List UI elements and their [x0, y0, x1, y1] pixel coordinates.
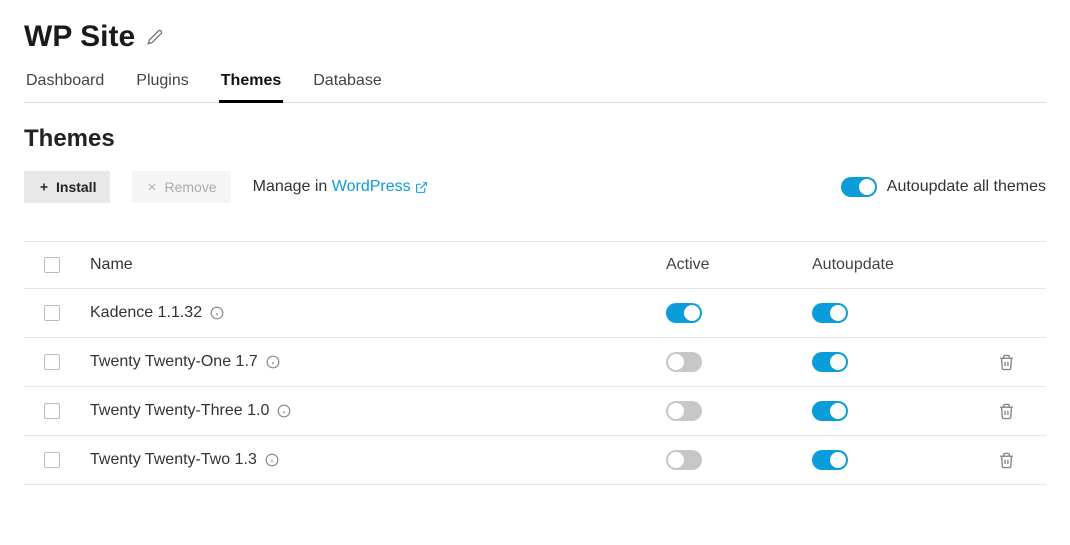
themes-table: Name Active Autoupdate Kadence 1.1.32 Twe… — [24, 241, 1046, 485]
tabs: Dashboard Plugins Themes Database — [24, 72, 1046, 103]
trash-icon[interactable] — [998, 354, 1015, 371]
manage-text: Manage in WordPress — [253, 178, 428, 196]
table-row: Twenty Twenty-Three 1.0 — [24, 387, 1046, 436]
edit-icon[interactable] — [147, 29, 163, 45]
page-header: WP Site — [24, 20, 1046, 54]
theme-name: Twenty Twenty-Three 1.0 — [90, 402, 666, 420]
autoupdate-all-themes: Autoupdate all themes — [841, 177, 1046, 197]
remove-label: Remove — [164, 179, 216, 195]
active-toggle[interactable] — [666, 401, 702, 421]
info-icon[interactable] — [210, 306, 224, 320]
trash-icon[interactable] — [998, 403, 1015, 420]
tab-themes[interactable]: Themes — [219, 72, 283, 103]
theme-name: Twenty Twenty-Two 1.3 — [90, 451, 666, 469]
header-active: Active — [666, 256, 786, 274]
remove-button: Remove — [132, 171, 230, 203]
tab-database[interactable]: Database — [311, 72, 384, 103]
tab-dashboard[interactable]: Dashboard — [24, 72, 106, 103]
active-toggle[interactable] — [666, 450, 702, 470]
autoupdate-all-label: Autoupdate all themes — [887, 178, 1046, 196]
header-name: Name — [90, 256, 666, 274]
info-icon[interactable] — [265, 453, 279, 467]
row-checkbox[interactable] — [44, 452, 60, 468]
info-icon[interactable] — [277, 404, 291, 418]
plus-icon — [38, 181, 50, 193]
info-icon[interactable] — [266, 355, 280, 369]
theme-name: Kadence 1.1.32 — [90, 304, 666, 322]
external-link-icon — [415, 181, 428, 194]
select-all-checkbox[interactable] — [44, 257, 60, 273]
autoupdate-toggle[interactable] — [812, 401, 848, 421]
manage-prefix: Manage in — [253, 178, 332, 195]
table-row: Twenty Twenty-Two 1.3 — [24, 436, 1046, 485]
x-icon — [146, 181, 158, 193]
row-checkbox[interactable] — [44, 305, 60, 321]
tab-plugins[interactable]: Plugins — [134, 72, 190, 103]
wordpress-link[interactable]: WordPress — [332, 178, 428, 196]
site-title: WP Site — [24, 20, 135, 54]
table-row: Kadence 1.1.32 — [24, 289, 1046, 338]
install-label: Install — [56, 179, 96, 195]
table-row: Twenty Twenty-One 1.7 — [24, 338, 1046, 387]
active-toggle[interactable] — [666, 352, 702, 372]
row-checkbox[interactable] — [44, 354, 60, 370]
header-autoupdate: Autoupdate — [786, 256, 966, 274]
theme-name: Twenty Twenty-One 1.7 — [90, 353, 666, 371]
section-title: Themes — [24, 125, 1046, 153]
active-toggle[interactable] — [666, 303, 702, 323]
row-checkbox[interactable] — [44, 403, 60, 419]
autoupdate-all-toggle[interactable] — [841, 177, 877, 197]
autoupdate-toggle[interactable] — [812, 303, 848, 323]
trash-icon[interactable] — [998, 452, 1015, 469]
wordpress-link-label: WordPress — [332, 178, 411, 196]
install-button[interactable]: Install — [24, 171, 110, 203]
toolbar: Install Remove Manage in WordPress Autou… — [24, 171, 1046, 203]
table-header: Name Active Autoupdate — [24, 241, 1046, 289]
autoupdate-toggle[interactable] — [812, 450, 848, 470]
autoupdate-toggle[interactable] — [812, 352, 848, 372]
